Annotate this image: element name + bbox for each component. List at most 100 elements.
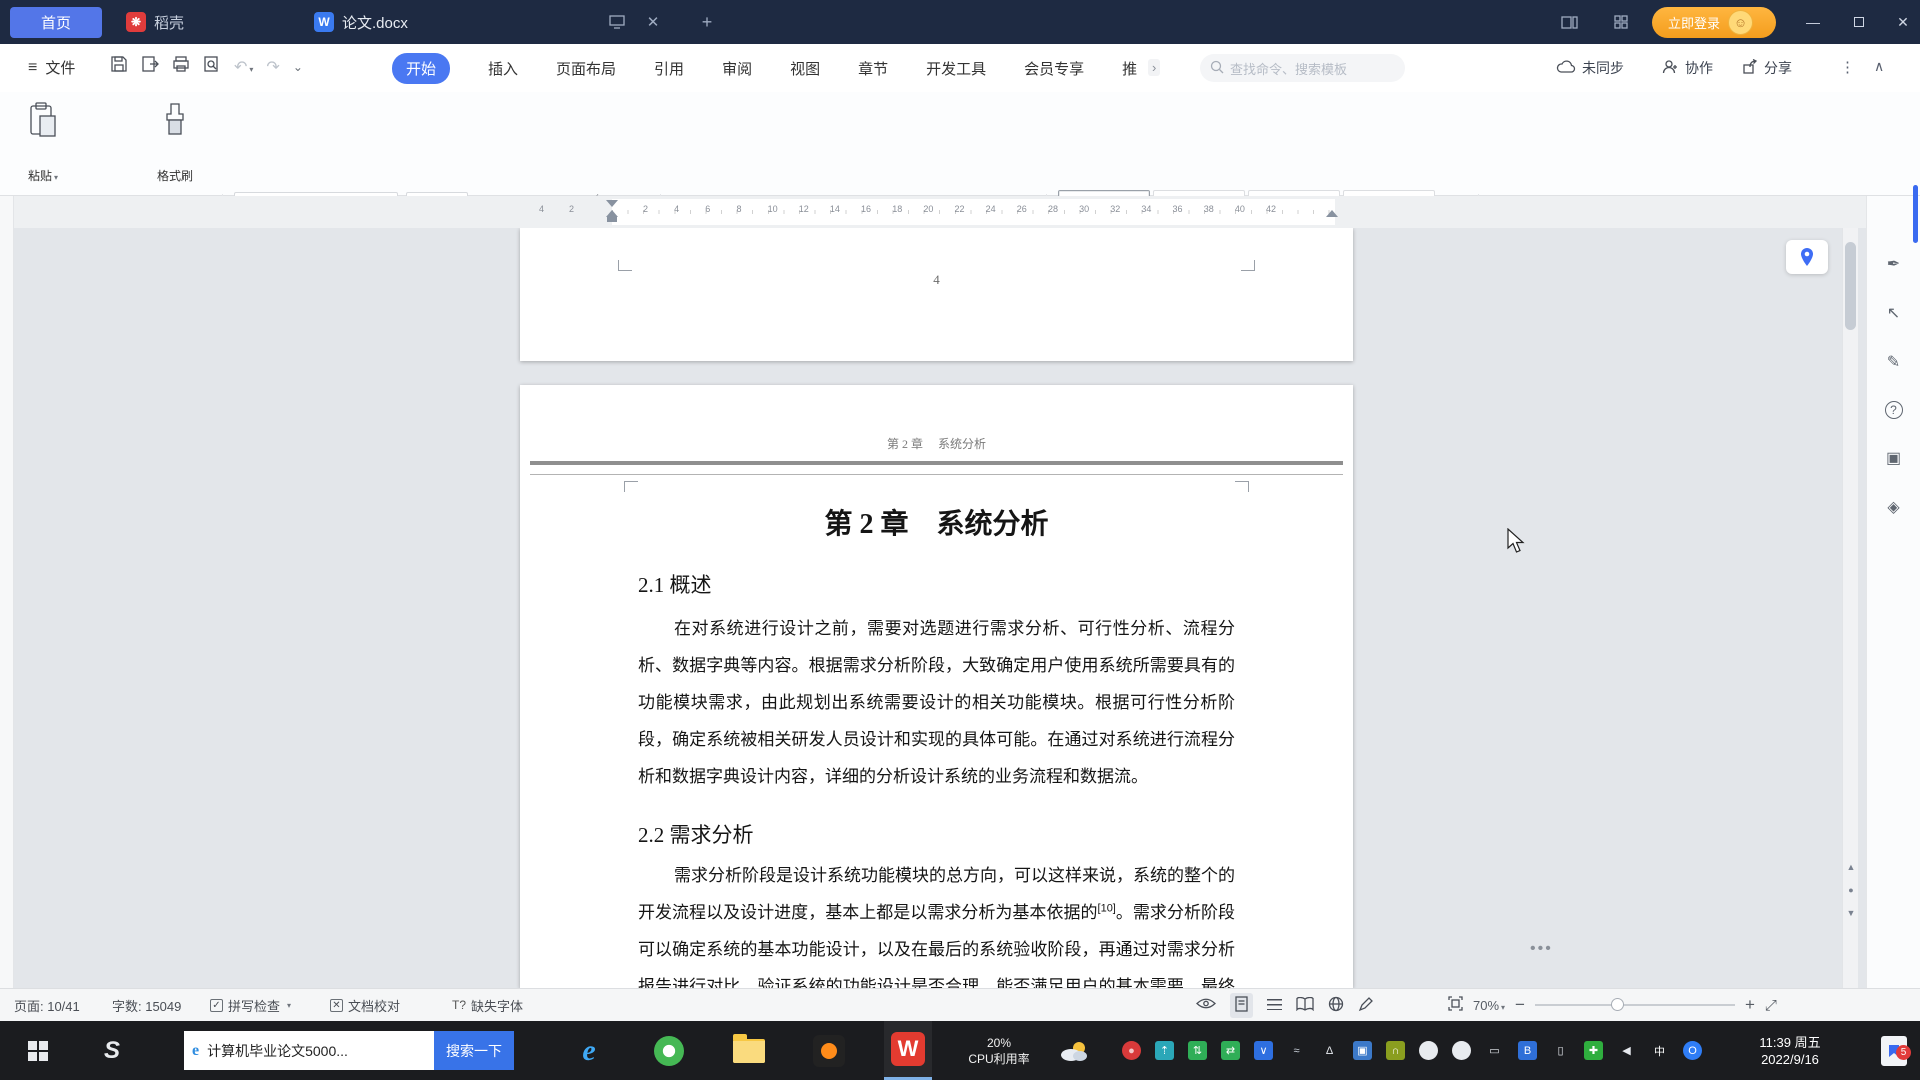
current-page[interactable]: 第 2 章 系统分析 第 2 章 系统分析 2.1 概述 在对系统进行设计之前，…: [520, 385, 1353, 988]
paste-button[interactable]: 粘贴 ▾: [16, 98, 70, 190]
usb-device-icon[interactable]: ⇡: [1155, 1041, 1174, 1060]
zoom-slider-knob[interactable]: [1610, 998, 1624, 1011]
help-icon[interactable]: ?: [1884, 401, 1903, 419]
left-indent-marker[interactable]: [607, 217, 617, 222]
sogou-icon[interactable]: S: [88, 1021, 136, 1080]
missing-font-button[interactable]: T? 缺失字体: [452, 989, 523, 1021]
ink-icon[interactable]: [1358, 996, 1374, 1015]
android-assistant-icon[interactable]: ∩: [1386, 1041, 1405, 1060]
sync-status[interactable]: 未同步: [1556, 44, 1624, 92]
menu-tab-2[interactable]: 页面布局: [556, 58, 616, 79]
navigate-compass-icon[interactable]: ◈: [1887, 497, 1899, 517]
zoom-level[interactable]: 70% ▾: [1473, 998, 1505, 1013]
redo-icon[interactable]: ↷: [266, 57, 279, 77]
hanging-indent-marker[interactable]: [606, 210, 618, 217]
menu-tab-1[interactable]: 插入: [488, 58, 518, 79]
proofread-button[interactable]: ✕ 文档校对: [330, 989, 400, 1021]
right-indent-marker[interactable]: [1326, 210, 1338, 217]
web-view-icon[interactable]: [1328, 996, 1344, 1015]
locate-position-button[interactable]: [1786, 240, 1828, 274]
split-window-icon[interactable]: [1556, 9, 1582, 35]
tab-home[interactable]: 首页: [10, 7, 102, 38]
doc-more-icon[interactable]: •••: [1530, 940, 1553, 958]
start-button[interactable]: [0, 1021, 75, 1080]
undo-icon[interactable]: ↶ ▾: [234, 57, 253, 77]
format-painter-button[interactable]: 格式刷: [148, 98, 202, 190]
menu-overflow-chevron[interactable]: ›: [1148, 59, 1161, 76]
export-icon[interactable]: [141, 55, 159, 78]
save-icon[interactable]: [110, 55, 128, 78]
network-signal-icon[interactable]: ≈: [1287, 1041, 1306, 1060]
menu-tab-9[interactable]: 推: [1122, 58, 1137, 79]
share-button[interactable]: 分享: [1742, 44, 1792, 92]
monitor-mode-icon[interactable]: [604, 9, 630, 35]
fit-page-icon[interactable]: [1448, 996, 1463, 1014]
menu-tab-7[interactable]: 开发工具: [926, 58, 986, 79]
wps-taskbar-icon[interactable]: W: [884, 1021, 932, 1080]
opera-icon[interactable]: O: [1683, 1041, 1702, 1060]
zoom-slider[interactable]: [1534, 998, 1735, 1011]
file-menu[interactable]: ≡ 文件: [28, 57, 75, 78]
screen-cast-icon[interactable]: ▭: [1485, 1041, 1504, 1060]
taskbar-search-box[interactable]: e 计算机毕业论文5000... 搜索一下: [184, 1031, 514, 1070]
shield-icon[interactable]: ∨: [1254, 1041, 1273, 1060]
menu-tab-5[interactable]: 视图: [790, 58, 820, 79]
customize-quickbar-icon[interactable]: ⌄: [293, 60, 303, 74]
sync-green-icon-1[interactable]: ⇅: [1188, 1041, 1207, 1060]
word-count[interactable]: 字数: 15049: [112, 989, 181, 1021]
more-menu-icon[interactable]: ⋮: [1840, 58, 1855, 76]
file-explorer-icon[interactable]: [726, 1021, 772, 1080]
print-icon[interactable]: [172, 55, 190, 78]
qq-penguin-icon-1[interactable]: [1419, 1041, 1438, 1060]
tab-document[interactable]: W 论文.docx: [300, 0, 422, 44]
zoom-in-icon[interactable]: +: [1745, 995, 1755, 1015]
spellcheck-toggle[interactable]: ✓ 拼写检查 ▾: [210, 989, 291, 1021]
minimize-button[interactable]: —: [1796, 0, 1830, 44]
page-view-icon[interactable]: [1230, 992, 1253, 1018]
ie-taskbar-icon[interactable]: e: [566, 1021, 612, 1080]
read-mode-icon[interactable]: [1296, 996, 1314, 1014]
prev-page-icon[interactable]: ▲: [1843, 856, 1859, 879]
annotate-pen-icon[interactable]: ✒: [1887, 254, 1900, 274]
sign-pen-icon[interactable]: ✎: [1887, 352, 1900, 372]
close-window-button[interactable]: ✕: [1886, 0, 1920, 44]
eye-protect-icon[interactable]: [1196, 997, 1216, 1013]
login-button[interactable]: 立即登录 ☺: [1652, 7, 1776, 38]
menu-tab-0[interactable]: 开始: [392, 52, 451, 84]
collaborate-button[interactable]: 协作: [1662, 44, 1713, 92]
cpu-monitor[interactable]: 20% CPU利用率: [944, 1021, 1054, 1080]
menu-tab-4[interactable]: 审阅: [722, 58, 752, 79]
message-center-button[interactable]: 5: [1868, 1021, 1920, 1080]
sync-green-icon-2[interactable]: ⇄: [1221, 1041, 1240, 1060]
weather-icon[interactable]: [1048, 1021, 1100, 1080]
volume-icon[interactable]: ◀: [1617, 1041, 1636, 1060]
security-ball-icon[interactable]: ●: [1122, 1041, 1141, 1060]
taskbar-search-button[interactable]: 搜索一下: [434, 1031, 514, 1070]
clock[interactable]: 11:39 周五 2022/9/16: [1730, 1021, 1850, 1080]
browser-360-icon[interactable]: [646, 1021, 692, 1080]
menu-tab-6[interactable]: 章节: [858, 58, 888, 79]
notification-bell-icon[interactable]: Δ: [1320, 1041, 1339, 1060]
document-canvas[interactable]: 4 第 2 章 系统分析 第 2 章 系统分析 2.1 概述 在对系统进行设计之…: [14, 228, 1842, 988]
menu-tab-8[interactable]: 会员专享: [1024, 58, 1084, 79]
page-select-icon[interactable]: ●: [1843, 879, 1859, 902]
previous-page[interactable]: 4: [520, 228, 1353, 361]
print-preview-icon[interactable]: [203, 55, 221, 78]
first-line-indent-marker[interactable]: [606, 200, 618, 207]
collapse-ribbon-icon[interactable]: ∧: [1874, 58, 1884, 75]
qq-penguin-icon-2[interactable]: [1452, 1041, 1471, 1060]
zoom-out-icon[interactable]: −: [1515, 995, 1525, 1015]
photo-viewer-icon[interactable]: ▣: [1353, 1041, 1372, 1060]
health-plus-icon[interactable]: ✚: [1584, 1041, 1603, 1060]
douyu-app-icon[interactable]: [806, 1021, 852, 1080]
fullscreen-icon[interactable]: ⤢: [1765, 997, 1777, 1014]
new-tab-icon[interactable]: +: [694, 9, 720, 35]
taskbar-search-text[interactable]: 计算机毕业论文5000...: [207, 1041, 434, 1061]
menu-tab-3[interactable]: 引用: [654, 58, 684, 79]
bluetooth-icon[interactable]: B: [1518, 1041, 1537, 1060]
command-search-box[interactable]: 查找命令、搜索模板: [1200, 54, 1405, 82]
horizontal-ruler[interactable]: 4 2 2 4 6 8 10 12 14 16 18 20 22 24 26 28 30 32 34 36 38 40 42: [0, 196, 1920, 228]
restore-button[interactable]: [1842, 0, 1876, 44]
workspace-grid-icon[interactable]: [1608, 9, 1634, 35]
scrollbar-thumb[interactable]: [1845, 242, 1856, 330]
